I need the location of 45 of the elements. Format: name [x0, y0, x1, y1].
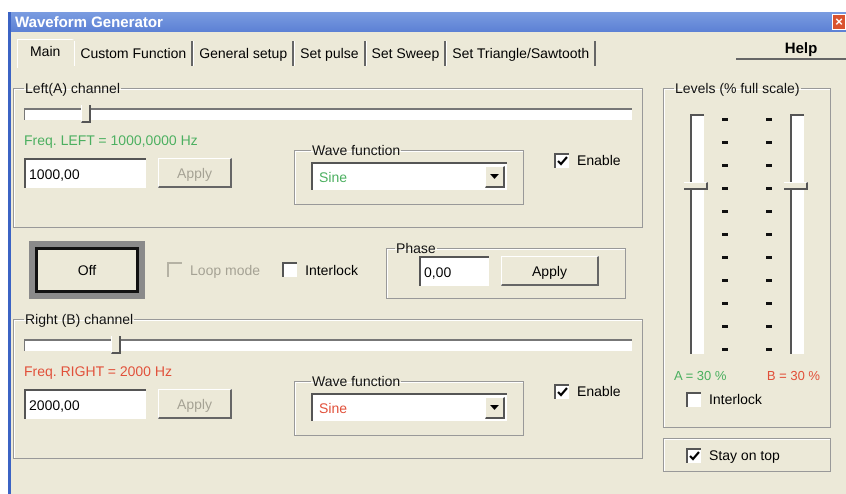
- check-icon: [689, 451, 700, 461]
- interlock-checkbox[interactable]: Interlock: [686, 391, 820, 407]
- check-icon: [557, 156, 568, 166]
- apply-button[interactable]: Apply: [500, 256, 599, 286]
- checkbox-square[interactable]: [686, 448, 701, 462]
- frequency-readout: Freq. RIGHT = 2000 Hz: [24, 363, 173, 379]
- checkbox-square[interactable]: [282, 262, 298, 277]
- tab[interactable]: Set Sweep: [366, 41, 446, 66]
- enable-checkbox[interactable]: Enable: [554, 152, 621, 168]
- frequency-input[interactable]: 2000,00: [24, 389, 146, 419]
- close-button[interactable]: ×: [832, 14, 846, 30]
- group-title: Phase: [394, 240, 437, 256]
- group-title: Wave function: [311, 142, 402, 158]
- phase-input[interactable]: 0,00: [418, 256, 489, 286]
- dropdown-arrow-button[interactable]: [485, 166, 505, 188]
- group-title: Right (B) channel: [24, 311, 134, 327]
- group-title: Levels (% full scale): [674, 80, 800, 96]
- group-title: Wave function: [311, 373, 402, 389]
- level-reading: A = 30 %: [674, 368, 726, 383]
- checkbox-square[interactable]: [686, 392, 701, 406]
- check-icon: [557, 387, 568, 397]
- tab[interactable]: Custom Function: [74, 41, 194, 66]
- tab[interactable]: Set Triangle/Sawtooth: [446, 41, 596, 66]
- tab[interactable]: Set pulse: [294, 41, 366, 66]
- group-title: Left(A) channel: [24, 80, 121, 96]
- checkbox-square[interactable]: [554, 384, 569, 398]
- window-title: Waveform Generator: [15, 14, 163, 30]
- level-reading: B = 30 %: [766, 368, 820, 383]
- checkbox-square[interactable]: [554, 152, 569, 168]
- enable-checkbox[interactable]: Enable: [554, 383, 621, 399]
- stay-on-top-checkbox[interactable]: Stay on top: [686, 447, 830, 463]
- interlock-checkbox[interactable]: Interlock: [282, 262, 358, 278]
- wave-function-dropdown[interactable]: Sine: [311, 393, 507, 421]
- dropdown-arrow-button[interactable]: [485, 397, 505, 419]
- slider-thumb[interactable]: [111, 336, 122, 354]
- caret-icon: [490, 174, 499, 179]
- frequency-slider[interactable]: [24, 339, 632, 351]
- caret-icon: [490, 405, 499, 410]
- frequency-slider[interactable]: [24, 108, 632, 120]
- tab[interactable]: General setup: [193, 41, 294, 66]
- frequency-input[interactable]: 1000,00: [24, 158, 146, 188]
- off-button[interactable]: Off: [35, 246, 139, 292]
- tab[interactable]: Main: [17, 39, 74, 68]
- frequency-readout: Freq. LEFT = 1000,0000 Hz: [24, 132, 199, 148]
- slider-thumb[interactable]: [80, 105, 91, 123]
